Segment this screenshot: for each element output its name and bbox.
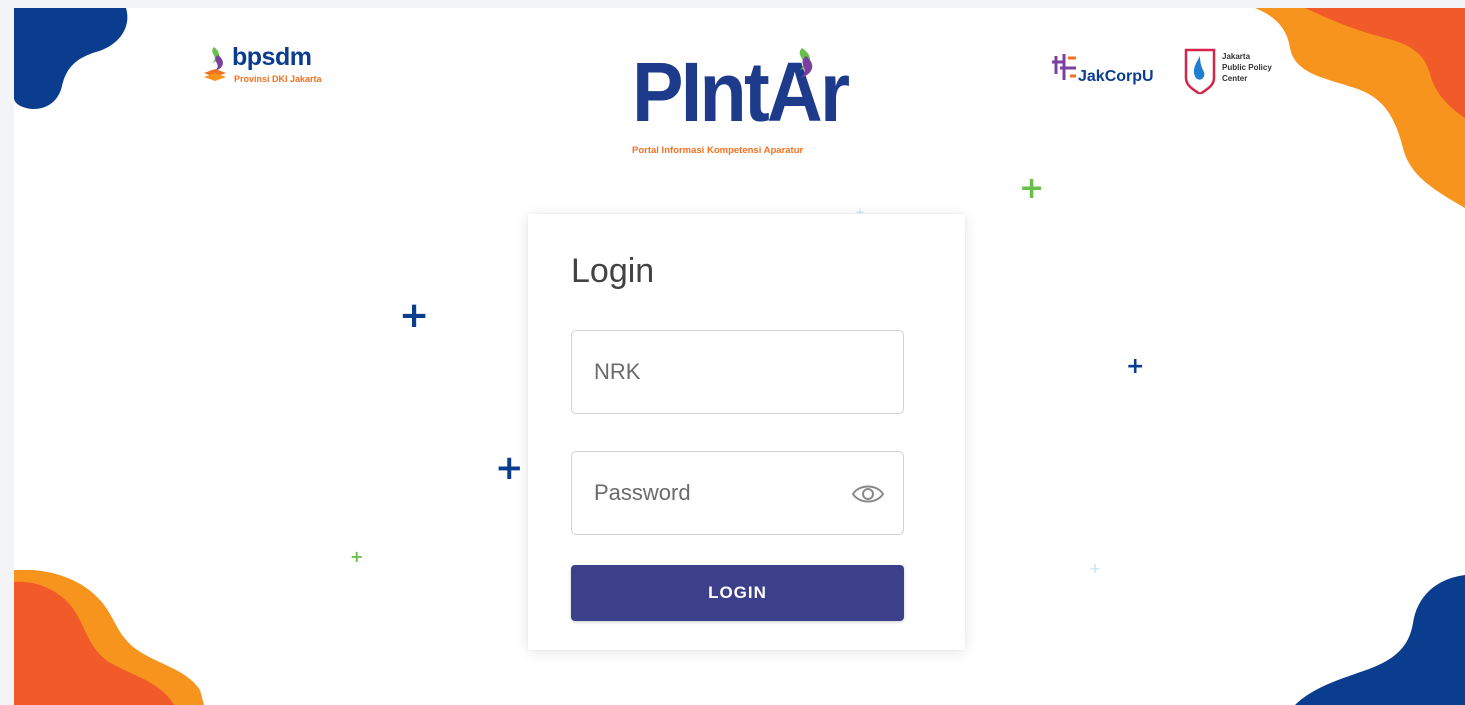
plus-icon: + (399, 295, 430, 336)
login-page: bpsdm Provinsi DKI Jakarta PIntAr Portal… (14, 8, 1465, 705)
jakcorpu-wordmark: JakCorpU (1078, 68, 1154, 85)
login-card: Login LOGIN (528, 214, 965, 650)
corner-blob-bottom-left (14, 570, 204, 705)
corner-blob-bottom-right (1295, 575, 1465, 705)
plus-icon: + (1019, 171, 1045, 206)
bpsdm-wordmark: bpsdm (232, 43, 312, 71)
jakcorpu-logo: JakCorpU (1050, 50, 1160, 102)
bpsdm-subtitle: Provinsi DKI Jakarta (234, 74, 322, 84)
jppc-line-1: Jakarta (1222, 52, 1251, 61)
bpsdm-logo: bpsdm Provinsi DKI Jakarta (200, 43, 350, 89)
login-title: Login (571, 252, 655, 290)
plus-icon: + (350, 547, 364, 566)
bpsdm-flame-icon (204, 47, 226, 81)
jppc-logo: Jakarta Public Policy Center (1184, 48, 1294, 100)
plus-icon: + (495, 448, 524, 488)
nrk-field (571, 330, 904, 414)
plus-icon: + (1089, 561, 1101, 577)
eye-icon[interactable] (851, 480, 885, 508)
jppc-line-2: Public Policy (1222, 63, 1272, 72)
pintar-tagline: Portal Informasi Kompetensi Aparatur (632, 145, 804, 156)
login-button[interactable]: LOGIN (571, 565, 904, 621)
corner-blob-top-right (1255, 8, 1465, 208)
nrk-input[interactable] (572, 331, 903, 413)
pintar-logo: PIntAr Portal Informasi Kompetensi Apara… (632, 42, 872, 162)
jakcorpu-emblem-icon (1052, 54, 1076, 80)
jppc-shield-icon (1184, 48, 1216, 94)
jppc-line-3: Center (1222, 74, 1248, 83)
password-field (571, 451, 904, 535)
plus-icon: + (1126, 354, 1145, 379)
corner-blob-top-left (14, 8, 128, 110)
pintar-flame-icon (799, 48, 813, 78)
